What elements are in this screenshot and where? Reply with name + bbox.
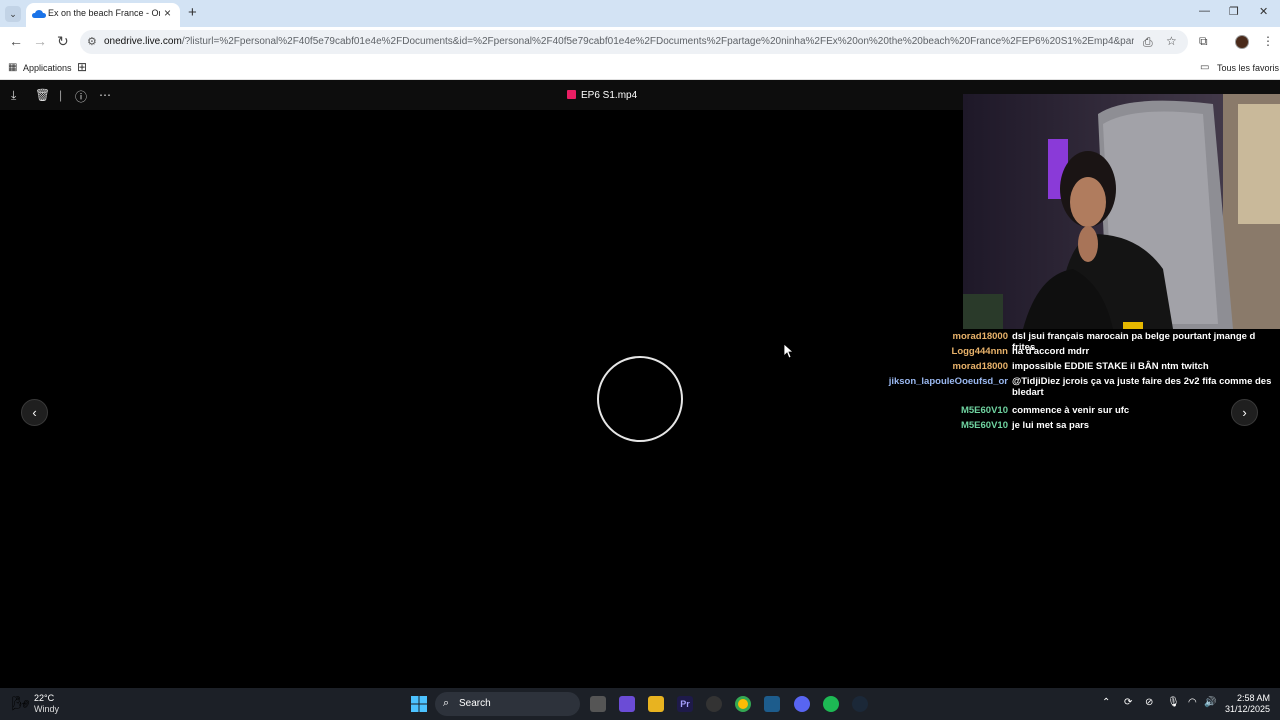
streamer-image bbox=[963, 94, 1280, 329]
weather-icon[interactable]: 🌬 bbox=[12, 695, 30, 712]
obs-icon[interactable] bbox=[706, 696, 722, 712]
steam-icon[interactable] bbox=[852, 696, 868, 712]
premiere-pro-icon[interactable]: Pr bbox=[677, 696, 693, 712]
discord-icon[interactable] bbox=[794, 696, 810, 712]
chat-username: morad18000 bbox=[952, 331, 1008, 342]
address-bar[interactable]: ⚙ onedrive.live.com/?listurl=%2Fpersonal… bbox=[80, 30, 1188, 54]
all-bookmarks[interactable]: Tous les favoris bbox=[1217, 63, 1279, 73]
forward-icon[interactable]: → bbox=[33, 33, 47, 49]
chrome-icon[interactable] bbox=[735, 696, 751, 712]
tab-groups-icon[interactable]: ⊞ bbox=[77, 60, 87, 74]
weather-temperature[interactable]: 22°C bbox=[34, 693, 54, 703]
onedrive-icon bbox=[32, 10, 46, 18]
browser-toolbar: ← → ↻ ⚙ onedrive.live.com/?listurl=%2Fpe… bbox=[0, 27, 1280, 57]
chat-username: jikson_lapouleOoeufsd_or bbox=[888, 376, 1008, 387]
browser-tab[interactable]: Ex on the beach France - OneD × bbox=[26, 3, 180, 27]
download-icon[interactable]: ⤓ bbox=[11, 88, 16, 103]
site-info-icon[interactable]: ⚙ bbox=[87, 35, 97, 48]
folder-icon: ▭ bbox=[1200, 62, 1210, 73]
url-text[interactable]: onedrive.live.com/?listurl=%2Fpersonal%2… bbox=[104, 36, 1134, 47]
microsoft-365-icon[interactable] bbox=[619, 696, 635, 712]
info-icon[interactable]: ⓘ bbox=[75, 88, 87, 105]
close-tab-icon[interactable]: × bbox=[164, 6, 171, 20]
file-name: EP6 S1.mp4 bbox=[567, 90, 637, 101]
search-label: Search bbox=[459, 698, 491, 709]
minimize-icon[interactable]: — bbox=[1199, 5, 1210, 17]
window-close-icon[interactable]: ✕ bbox=[1259, 5, 1268, 18]
wifi-icon[interactable]: ◠ bbox=[1188, 697, 1197, 708]
reload-icon[interactable]: ↻ bbox=[57, 33, 69, 50]
spotify-icon[interactable] bbox=[823, 696, 839, 712]
url-path: /?listurl=%2Fpersonal%2F40f5e79cabf01e4e… bbox=[181, 36, 1134, 47]
chat-username: morad18000 bbox=[952, 361, 1008, 372]
tab-title: Ex on the beach France - OneD bbox=[48, 8, 160, 18]
clock-date[interactable]: 31/12/2025 bbox=[1218, 704, 1270, 714]
sync-icon[interactable]: ⟳ bbox=[1124, 697, 1132, 708]
show-hidden-icons[interactable]: ⌃ bbox=[1102, 697, 1110, 708]
separator: | bbox=[59, 88, 63, 102]
back-icon[interactable]: ← bbox=[9, 33, 23, 49]
app-icon[interactable] bbox=[764, 696, 780, 712]
volume-icon[interactable]: 🔊 bbox=[1204, 697, 1216, 708]
chat-username: M5E60V10 bbox=[960, 420, 1008, 431]
install-app-icon[interactable]: ⎙ bbox=[1143, 35, 1153, 50]
menu-icon[interactable]: ⋮ bbox=[1262, 34, 1274, 48]
weather-condition[interactable]: Windy bbox=[34, 704, 59, 714]
bookmark-applications[interactable]: Applications bbox=[23, 63, 72, 73]
search-icon: ⌕ bbox=[443, 697, 450, 709]
file-explorer-icon[interactable] bbox=[648, 696, 664, 712]
new-tab-button[interactable]: + bbox=[188, 4, 197, 21]
windows-start-icon[interactable] bbox=[411, 696, 427, 712]
extensions-icon[interactable]: ⧉ bbox=[1199, 34, 1208, 49]
chat-text: commence à venir sur ufc bbox=[1012, 405, 1130, 416]
chat-text: impossible EDDIE STAKE il BÂN ntm twitch bbox=[1012, 361, 1209, 372]
chat-text: je lui met sa pars bbox=[1012, 420, 1090, 431]
mouse-cursor-icon bbox=[784, 344, 794, 359]
task-view-icon[interactable] bbox=[590, 696, 606, 712]
chat-username: M5E60V10 bbox=[960, 405, 1008, 416]
profile-avatar[interactable] bbox=[1235, 35, 1249, 49]
media-viewer: ⤓ 🗑 | ⓘ ⋯ EP6 S1.mp4 ‹ › morad18000 dsl … bbox=[0, 80, 1280, 688]
browser-tab-strip: ⌄ Ex on the beach France - OneD × + — ❐ … bbox=[0, 0, 1280, 27]
notifications-off-icon[interactable]: ⊘ bbox=[1145, 697, 1153, 708]
taskbar-search[interactable]: ⌕ Search bbox=[435, 692, 580, 716]
url-domain: onedrive.live.com bbox=[104, 36, 182, 47]
taskbar: 🌬 22°C Windy ⌕ Search Pr ⌃ ⟳ ⊘ 🎙 ◠ 🔊 2:5… bbox=[0, 688, 1280, 720]
more-options-icon[interactable]: ⋯ bbox=[99, 88, 111, 102]
bookmarks-bar: ▦ Applications ⊞ ▭ Tous les favoris bbox=[0, 57, 1280, 80]
previous-arrow-icon[interactable]: ‹ bbox=[21, 399, 48, 426]
chat-text: ha d'accord mdrr bbox=[1012, 346, 1090, 357]
restore-icon[interactable]: ❐ bbox=[1229, 5, 1239, 18]
chat-username: Logg444nnn bbox=[951, 346, 1008, 357]
webcam-overlay bbox=[963, 94, 1280, 329]
bookmark-star-icon[interactable]: ☆ bbox=[1166, 34, 1177, 48]
tab-search-button[interactable]: ⌄ bbox=[5, 6, 21, 22]
file-name-text: EP6 S1.mp4 bbox=[581, 90, 638, 101]
video-file-icon bbox=[567, 90, 576, 99]
apps-grid-icon: ▦ bbox=[8, 62, 18, 73]
clock-time[interactable]: 2:58 AM bbox=[1222, 693, 1270, 703]
microphone-icon[interactable]: 🎙 bbox=[1167, 697, 1180, 708]
delete-icon[interactable]: 🗑 bbox=[35, 88, 50, 102]
chat-text: @TidjiDiez jcrois ça va juste faire des … bbox=[1012, 376, 1272, 398]
loading-spinner bbox=[597, 356, 683, 442]
